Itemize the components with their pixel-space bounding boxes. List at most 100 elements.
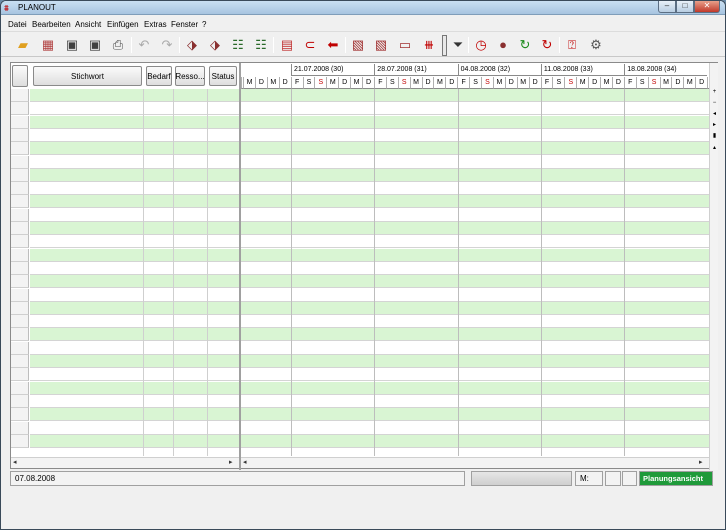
row-header[interactable]: [11, 301, 29, 315]
view-mode-indicator[interactable]: Planungsansicht: [639, 471, 713, 486]
timeline-scroll-left-icon[interactable]: ◂: [243, 458, 247, 468]
scroll-down-icon[interactable]: ▸: [711, 122, 718, 129]
row-header[interactable]: [11, 408, 29, 422]
menu-fenster[interactable]: Fenster: [171, 20, 198, 29]
row-header[interactable]: [11, 208, 29, 222]
timeline-row[interactable]: [241, 355, 709, 368]
row-header[interactable]: [11, 355, 29, 368]
delete-row-icon[interactable]: ⬗: [205, 36, 225, 54]
timeline-row[interactable]: [241, 182, 709, 196]
document-icon[interactable]: ▤: [277, 36, 297, 54]
redo-icon[interactable]: ↷: [157, 36, 177, 54]
row-header[interactable]: [11, 381, 29, 395]
column-header-bedarf[interactable]: Bedarf: [146, 66, 172, 86]
zoom-out-icon[interactable]: −: [711, 100, 718, 107]
timeline-row[interactable]: [241, 275, 709, 289]
refresh-green-icon[interactable]: ↻: [515, 36, 535, 54]
row-header[interactable]: [11, 315, 29, 329]
timeline-row[interactable]: [241, 89, 709, 102]
layers-icon[interactable]: ▭: [395, 36, 415, 54]
close-button[interactable]: ✕: [694, 1, 720, 13]
save-as-icon[interactable]: ▣: [85, 36, 105, 54]
gantt-icon[interactable]: ▧: [348, 36, 368, 54]
row-header[interactable]: [11, 89, 29, 102]
row-header[interactable]: [11, 222, 29, 235]
timeline-row[interactable]: [241, 422, 709, 435]
row-header[interactable]: [11, 275, 29, 289]
menu-bearbeiten[interactable]: Bearbeiten: [32, 20, 71, 29]
arrow-left-icon[interactable]: ⬅: [323, 36, 343, 54]
open-folder-icon[interactable]: ▰: [13, 36, 33, 54]
timeline-row[interactable]: [241, 434, 709, 448]
timeline-row[interactable]: [241, 142, 709, 156]
row-header[interactable]: [11, 368, 29, 382]
timeline-row[interactable]: [241, 235, 709, 249]
undo-icon[interactable]: ↶: [134, 36, 154, 54]
scroll-thumb[interactable]: ▮: [711, 133, 718, 140]
grid-horizontal-scrollbar[interactable]: ◂ ▸: [11, 457, 239, 468]
zoom-slider[interactable]: [442, 35, 447, 56]
gantt-edit-icon[interactable]: ▧: [371, 36, 391, 54]
scroll-right-icon[interactable]: ▸: [229, 458, 233, 468]
menu-extras[interactable]: Extras: [144, 20, 167, 29]
timeline-row[interactable]: [241, 248, 709, 262]
column-header-stichwort[interactable]: Stichwort: [33, 66, 142, 86]
timeline-row[interactable]: [241, 342, 709, 355]
timeline-row[interactable]: [241, 115, 709, 129]
row-header[interactable]: [11, 261, 29, 275]
timeline-row[interactable]: [241, 381, 709, 395]
filter-icon[interactable]: ⏷: [448, 36, 468, 54]
row-header[interactable]: [11, 142, 29, 156]
timeline-row[interactable]: [241, 289, 709, 302]
minimize-button[interactable]: –: [658, 1, 676, 13]
paint-icon[interactable]: ●: [493, 36, 513, 54]
timeline-row[interactable]: [241, 222, 709, 235]
print-icon[interactable]: ⎙: [108, 36, 128, 54]
insert-row-icon[interactable]: ⬗: [182, 36, 202, 54]
zoom-in-icon[interactable]: +: [711, 89, 718, 96]
timeline-row[interactable]: [241, 408, 709, 422]
timeline-row[interactable]: [241, 209, 709, 222]
menu-help[interactable]: ?: [202, 20, 206, 29]
column-header-ressourcen[interactable]: Resso...: [175, 66, 205, 86]
row-header[interactable]: [11, 155, 29, 169]
timeline-row[interactable]: [241, 129, 709, 142]
refresh-red-icon[interactable]: ↻: [537, 36, 557, 54]
timeline-row[interactable]: [241, 195, 709, 209]
row-header[interactable]: [11, 168, 29, 182]
row-header[interactable]: [11, 195, 29, 209]
grid-lines-icon[interactable]: ⧻: [419, 36, 439, 54]
timeline-row[interactable]: [241, 156, 709, 169]
timeline-row[interactable]: [241, 301, 709, 315]
row-header[interactable]: [11, 248, 29, 262]
calendar-icon[interactable]: ▦: [38, 36, 58, 54]
row-header[interactable]: [11, 235, 29, 249]
menu-datei[interactable]: Datei: [8, 20, 27, 29]
save-icon[interactable]: ▣: [62, 36, 82, 54]
row-header[interactable]: [11, 434, 29, 448]
row-header[interactable]: [11, 394, 29, 408]
row-header[interactable]: [11, 102, 29, 116]
timeline-row[interactable]: [241, 168, 709, 182]
row-header[interactable]: [11, 328, 29, 342]
timeline-row[interactable]: [241, 368, 709, 382]
row-header[interactable]: [11, 421, 29, 435]
row-header[interactable]: [11, 341, 29, 355]
help-icon[interactable]: ⍰: [562, 36, 582, 54]
timeline-scroll-right-icon[interactable]: ▸: [699, 458, 703, 468]
outdent-icon[interactable]: ☷: [251, 36, 271, 54]
clock-icon[interactable]: ◷: [471, 36, 491, 54]
timeline-row[interactable]: [241, 262, 709, 275]
timeline-row[interactable]: [241, 328, 709, 342]
timeline-row[interactable]: [241, 395, 709, 408]
scroll-arrow-up-icon[interactable]: ▴: [711, 145, 718, 152]
timeline-horizontal-scrollbar[interactable]: ◂ ▸: [241, 457, 709, 468]
timeline-row[interactable]: [241, 315, 709, 329]
row-header[interactable]: [11, 115, 29, 129]
timeline-row[interactable]: [241, 102, 709, 116]
row-header[interactable]: [11, 288, 29, 302]
vertical-scrollbar[interactable]: + − ◂ ▸ ▮ ▴: [709, 63, 718, 470]
indent-icon[interactable]: ☷: [228, 36, 248, 54]
link-icon[interactable]: ⊂: [300, 36, 320, 54]
settings-gear-icon[interactable]: ⚙: [586, 36, 606, 54]
